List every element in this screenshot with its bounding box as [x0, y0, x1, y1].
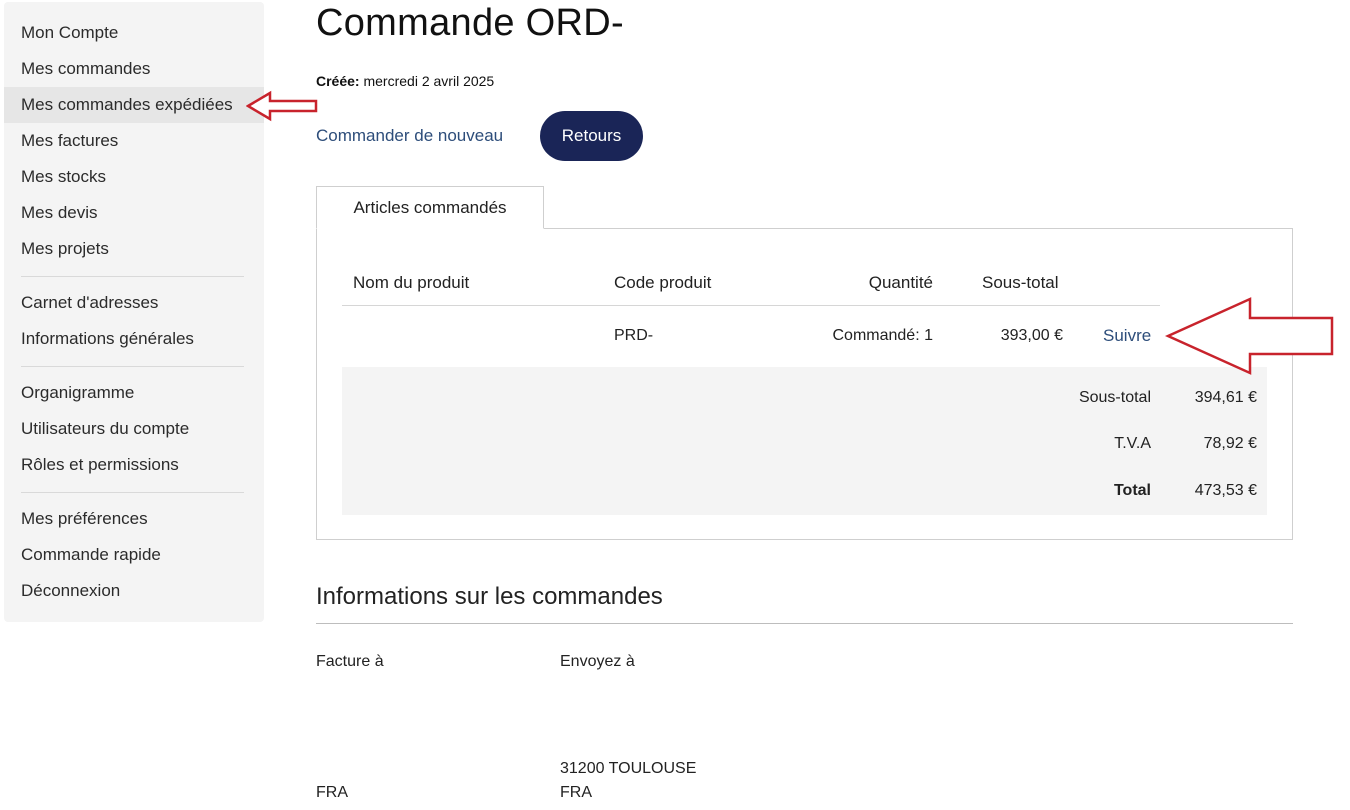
column-header-product-code: Code produit: [614, 273, 712, 292]
sidebar-item-mes-stocks[interactable]: Mes stocks: [4, 159, 264, 195]
totals-total-value: 473,53 €: [1194, 482, 1257, 499]
sidebar-group-orders: Mon Compte Mes commandes Mes commandes e…: [4, 15, 264, 267]
sidebar-group-preferences: Mes préférences Commande rapide Déconnex…: [4, 501, 264, 609]
sidebar-item-mes-factures[interactable]: Mes factures: [4, 123, 264, 159]
annotation-arrow-left-icon: [1164, 297, 1334, 375]
sidebar-item-organigramme[interactable]: Organigramme: [4, 375, 264, 411]
ship-to-label: Envoyez à: [560, 653, 635, 670]
sidebar-item-deconnexion[interactable]: Déconnexion: [4, 573, 264, 609]
order-information-title: Informations sur les commandes: [316, 583, 663, 610]
column-header-product-name: Nom du produit: [353, 273, 470, 292]
ship-to-country: FRA: [560, 784, 592, 801]
sidebar-item-commande-rapide[interactable]: Commande rapide: [4, 537, 264, 573]
sidebar-group-organization: Organigramme Utilisateurs du compte Rôle…: [4, 375, 264, 483]
column-header-quantity: Quantité: [868, 273, 933, 292]
sidebar-item-mon-compte[interactable]: Mon Compte: [4, 15, 264, 51]
annotation-arrow-left-icon: [246, 90, 318, 122]
sidebar-item-mes-commandes-expediees[interactable]: Mes commandes expédiées: [4, 87, 264, 123]
returns-button[interactable]: Retours: [540, 111, 643, 161]
bill-to-country: FRA: [316, 784, 348, 801]
order-created-date: Créée: mercredi 2 avril 2025: [316, 73, 494, 89]
sidebar-item-informations-generales[interactable]: Informations générales: [4, 321, 264, 357]
ordered-items-panel: Nom du produit Code produit Quantité Sou…: [316, 228, 1293, 540]
subtotal-cell: 393,00 €: [1000, 327, 1063, 344]
sidebar-item-mes-commandes[interactable]: Mes commandes: [4, 51, 264, 87]
page-title: Commande ORD-: [316, 2, 624, 44]
totals-subtotal-value: 394,61 €: [1194, 389, 1257, 406]
created-date-value: mercredi 2 avril 2025: [363, 73, 495, 89]
sidebar-divider: [21, 366, 244, 367]
tab-ordered-items[interactable]: Articles commandés: [316, 186, 544, 229]
sidebar-divider: [21, 276, 244, 277]
column-header-subtotal: Sous-total: [982, 273, 1059, 292]
order-totals: Sous-total 394,61 € T.V.A 78,92 € Total …: [342, 367, 1267, 515]
sidebar-item-mes-preferences[interactable]: Mes préférences: [4, 501, 264, 537]
sidebar-item-roles-permissions[interactable]: Rôles et permissions: [4, 447, 264, 483]
track-shipment-link[interactable]: Suivre: [1103, 326, 1151, 345]
totals-vat-label: T.V.A: [1114, 435, 1151, 452]
table-header-divider: [342, 305, 1160, 306]
product-code-cell: PRD-: [614, 327, 654, 344]
sidebar-item-mes-projets[interactable]: Mes projets: [4, 231, 264, 267]
account-sidebar: Mon Compte Mes commandes Mes commandes e…: [4, 2, 264, 622]
sidebar-item-mes-devis[interactable]: Mes devis: [4, 195, 264, 231]
quantity-cell: Commandé: 1: [832, 327, 934, 344]
ship-to-city: 31200 TOULOUSE: [560, 760, 697, 777]
sidebar-item-utilisateurs-compte[interactable]: Utilisateurs du compte: [4, 411, 264, 447]
section-divider: [316, 623, 1293, 624]
sidebar-item-carnet-adresses[interactable]: Carnet d'adresses: [4, 285, 264, 321]
reorder-link[interactable]: Commander de nouveau: [316, 126, 503, 146]
totals-subtotal-label: Sous-total: [1078, 389, 1151, 406]
totals-total-label: Total: [1113, 482, 1151, 499]
sidebar-divider: [21, 492, 244, 493]
created-label: Créée:: [316, 73, 360, 89]
totals-vat-value: 78,92 €: [1203, 435, 1257, 452]
sidebar-group-addresses: Carnet d'adresses Informations générales: [4, 285, 264, 357]
bill-to-label: Facture à: [316, 653, 384, 670]
